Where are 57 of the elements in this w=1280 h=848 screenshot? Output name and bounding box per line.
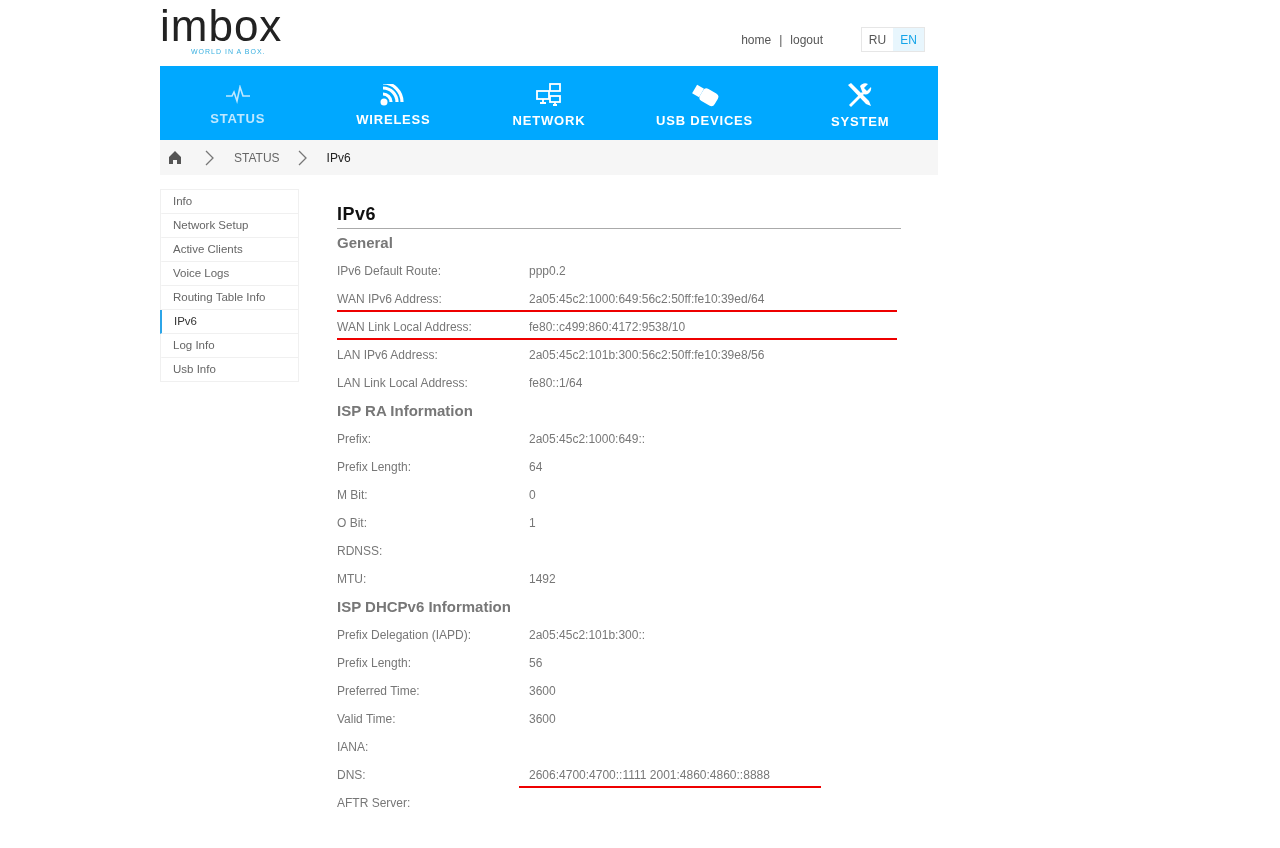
field-label: LAN Link Local Address: [337, 376, 469, 390]
field-label: Prefix Length: [337, 460, 413, 474]
breadcrumb-item[interactable]: STATUS [234, 150, 280, 165]
field-value: 2a05:45c2:101b:300:: [529, 628, 646, 642]
field-value: fe80::c499:860:4172:9538/10 [529, 320, 686, 334]
sidebar-item[interactable]: Routing Table Info [160, 286, 298, 310]
section-heading: General [337, 234, 394, 253]
page-title: IPv6 [337, 204, 901, 229]
usb-stick-icon [689, 82, 720, 107]
field-value: ppp0.2 [529, 264, 566, 278]
chevron-icon [297, 149, 307, 166]
field-value: 64 [529, 460, 543, 474]
field-label: MTU: [337, 572, 368, 586]
field-label: M Bit: [337, 488, 369, 502]
breadcrumb-item: IPv6 [326, 150, 351, 165]
field-label: IANA: [337, 740, 370, 754]
sidebar-item[interactable]: IPv6 [160, 310, 298, 334]
field-label: AFTR Server: [337, 796, 412, 810]
field-label: Prefix Length: [337, 656, 413, 670]
field-label: Prefix Delegation (IAPD): [337, 628, 473, 642]
field-value: 2a05:45c2:1000:649:: [529, 432, 646, 446]
sidebar-item[interactable]: Active Clients [160, 238, 298, 262]
pulse-icon [224, 84, 251, 105]
header-link[interactable]: home [741, 32, 772, 47]
field-label: LAN IPv6 Address: [337, 348, 439, 362]
network-icon [535, 82, 563, 107]
field-value: 2a05:45c2:101b:300:56c2:50ff:fe10:39e8/56 [529, 348, 765, 362]
sidebar-item[interactable]: Log Info [160, 334, 298, 358]
field-label: O Bit: [337, 516, 368, 530]
field-label: IPv6 Default Route: [337, 264, 443, 278]
field-value: 2a05:45c2:1000:649:56c2:50ff:fe10:39ed/64 [529, 292, 765, 306]
section-heading: ISP DHCPv6 Information [337, 598, 512, 617]
field-value: fe80::1/64 [529, 376, 583, 390]
logo: imbox [160, 6, 283, 46]
sidebar-item[interactable]: Usb Info [160, 358, 298, 381]
section-heading: ISP RA Information [337, 402, 474, 421]
field-value: 3600 [529, 712, 556, 726]
field-label: Prefix: [337, 432, 372, 446]
chevron-icon [205, 149, 214, 166]
field-value: 3600 [529, 684, 556, 698]
field-value: 0 [529, 488, 536, 502]
field-label: RDNSS: [337, 544, 384, 558]
field-label: WAN IPv6 Address: [337, 292, 443, 306]
field-value: 1 [529, 516, 536, 530]
sidebar-item[interactable]: Info [160, 190, 298, 214]
sidebar-item[interactable]: Network Setup [160, 214, 298, 238]
home-icon[interactable] [169, 151, 181, 164]
header-link[interactable]: logout [790, 32, 823, 47]
sidebar-item[interactable]: Voice Logs [160, 262, 298, 286]
field-label: DNS: [337, 768, 367, 782]
field-value: 56 [529, 656, 543, 670]
field-label: Valid Time: [337, 712, 397, 726]
field-label: WAN Link Local Address: [337, 320, 473, 334]
field-value: 2606:4700:4700::1111 2001:4860:4860::8888 [529, 768, 770, 782]
field-value: 1492 [529, 572, 556, 586]
link-separator: | [779, 32, 783, 47]
field-label: Preferred Time: [337, 684, 421, 698]
